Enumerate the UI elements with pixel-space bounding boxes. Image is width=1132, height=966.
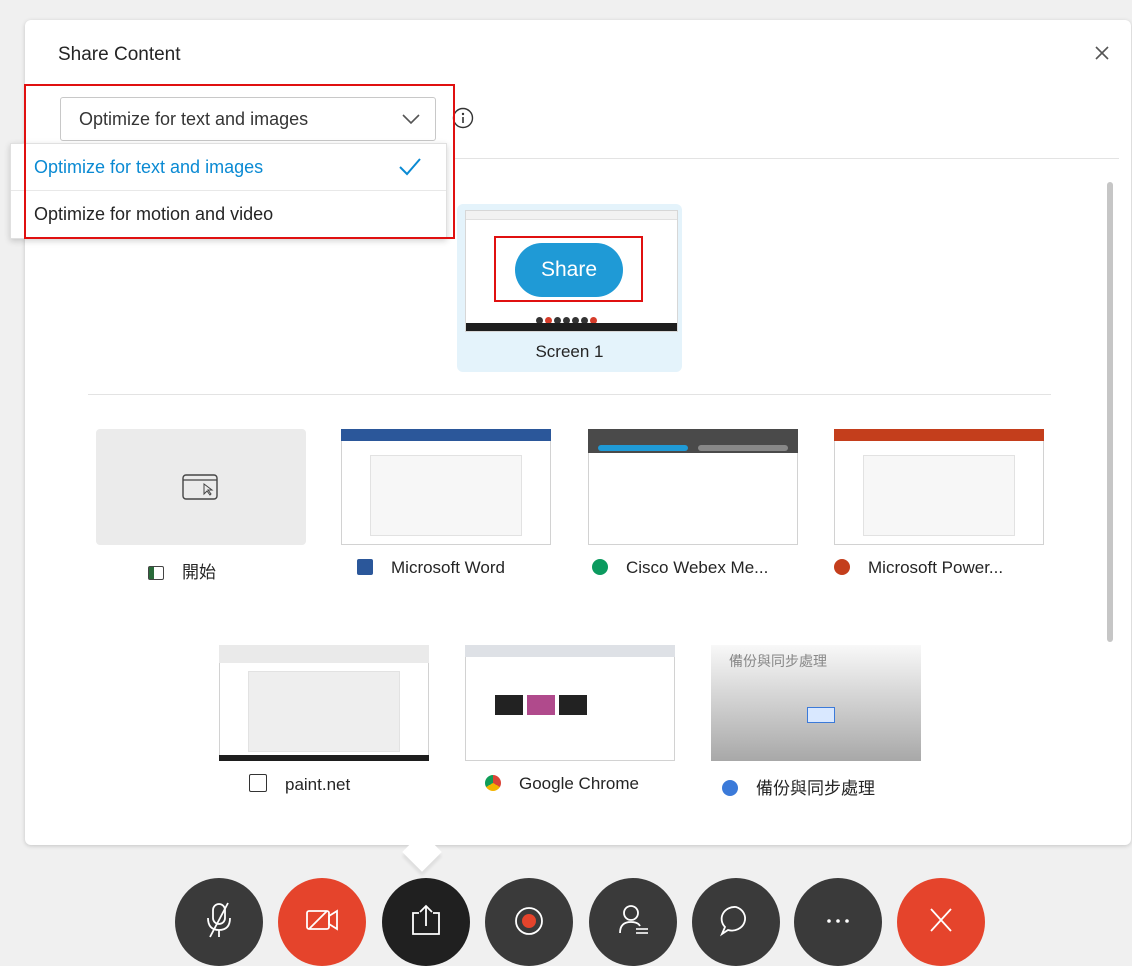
chat-button[interactable] bbox=[692, 878, 780, 966]
app-name: paint.net bbox=[285, 775, 351, 794]
backup-sync-icon bbox=[722, 780, 738, 796]
thumbnail-title: 備份與同步處理 bbox=[729, 653, 827, 669]
share-icon bbox=[412, 904, 440, 935]
dialog-title: Share Content bbox=[58, 44, 181, 65]
scrollbar[interactable] bbox=[1107, 182, 1113, 642]
more-icon bbox=[827, 919, 849, 923]
app-label-paintnet: paint.net bbox=[249, 774, 350, 795]
app-tile-powerpoint[interactable] bbox=[834, 429, 1044, 545]
webex-icon bbox=[592, 559, 608, 575]
screen-1-label: Screen 1 bbox=[535, 342, 604, 361]
chrome-icon bbox=[485, 775, 501, 791]
window-icon bbox=[148, 566, 164, 580]
checkmark-icon bbox=[399, 158, 421, 176]
chevron-down-icon bbox=[402, 114, 420, 125]
app-name: Microsoft Power... bbox=[868, 558, 1004, 577]
close-icon bbox=[1095, 46, 1109, 60]
app-label-powerpoint: Microsoft Power... bbox=[834, 558, 1003, 578]
chat-icon bbox=[719, 906, 746, 937]
record-button[interactable] bbox=[485, 878, 573, 966]
app-tile-start[interactable] bbox=[96, 429, 306, 545]
app-label-backup-sync: 備份與同步處理 bbox=[722, 774, 875, 799]
share-content-button[interactable] bbox=[382, 878, 470, 966]
more-button[interactable] bbox=[794, 878, 882, 966]
record-icon bbox=[515, 907, 543, 935]
app-name: 開始 bbox=[182, 563, 216, 582]
participants-button[interactable] bbox=[589, 878, 677, 966]
app-label-start: 開始 bbox=[148, 558, 216, 583]
mute-icon bbox=[207, 902, 231, 938]
video-button[interactable] bbox=[278, 878, 366, 966]
paintnet-icon bbox=[249, 774, 267, 792]
leave-meeting-button[interactable] bbox=[897, 878, 985, 966]
app-label-chrome: Google Chrome bbox=[485, 774, 639, 794]
video-off-icon bbox=[306, 909, 338, 931]
leave-icon bbox=[930, 908, 952, 932]
app-name: Microsoft Word bbox=[391, 558, 505, 577]
option-label: Optimize for motion and video bbox=[34, 204, 274, 224]
app-tile-chrome[interactable] bbox=[465, 645, 675, 761]
optimize-dropdown-menu: Optimize for text and images Optimize fo… bbox=[10, 143, 447, 239]
info-icon[interactable] bbox=[452, 107, 474, 129]
app-name: Cisco Webex Me... bbox=[626, 558, 769, 577]
optimize-option-motion-video[interactable]: Optimize for motion and video bbox=[11, 191, 446, 237]
app-tile-webex[interactable] bbox=[588, 429, 798, 545]
app-label-word: Microsoft Word bbox=[357, 558, 505, 578]
share-button[interactable]: Share bbox=[515, 243, 623, 297]
app-name: 備份與同步處理 bbox=[756, 779, 875, 798]
app-tile-word[interactable] bbox=[341, 429, 551, 545]
app-tile-paintnet[interactable] bbox=[219, 645, 429, 761]
header-divider bbox=[454, 158, 1119, 159]
word-icon bbox=[357, 559, 373, 575]
powerpoint-icon bbox=[834, 559, 850, 575]
mute-button[interactable] bbox=[175, 878, 263, 966]
optimize-option-text-images[interactable]: Optimize for text and images bbox=[11, 144, 446, 191]
option-label: Optimize for text and images bbox=[34, 157, 264, 177]
app-tile-backup-sync[interactable]: 備份與同步處理 bbox=[711, 645, 921, 761]
app-name: Google Chrome bbox=[519, 774, 640, 793]
window-icon bbox=[182, 474, 218, 500]
optimize-dropdown[interactable]: Optimize for text and images bbox=[60, 97, 436, 141]
participants-icon bbox=[619, 905, 648, 934]
optimize-dropdown-value: Optimize for text and images bbox=[79, 109, 309, 129]
app-label-webex: Cisco Webex Me... bbox=[592, 558, 768, 578]
section-divider bbox=[88, 394, 1051, 395]
close-button[interactable] bbox=[1091, 42, 1113, 64]
